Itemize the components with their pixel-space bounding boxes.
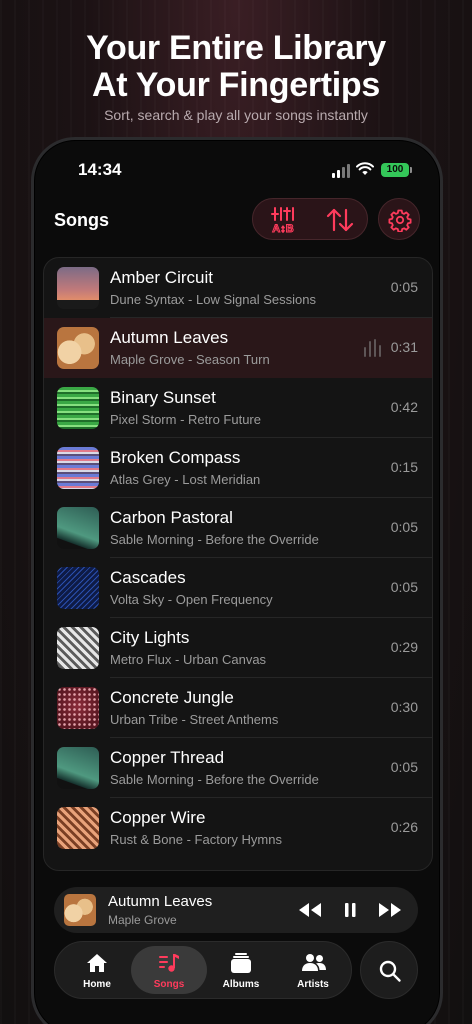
album-art bbox=[57, 387, 99, 429]
song-duration: 0:15 bbox=[390, 459, 418, 475]
status-time: 14:34 bbox=[78, 160, 122, 179]
tab-home[interactable]: Home bbox=[59, 946, 135, 994]
album-art bbox=[57, 807, 99, 849]
song-subtitle: Metro Flux - Urban Canvas bbox=[110, 652, 267, 667]
promo-headline-line2: At Your Fingertips bbox=[91, 66, 381, 104]
tab-songs[interactable]: Songs bbox=[131, 946, 207, 994]
album-art bbox=[57, 627, 99, 669]
song-duration: 0:05 bbox=[390, 579, 418, 595]
now-playing-art bbox=[64, 894, 96, 926]
song-duration: 0:29 bbox=[390, 639, 418, 655]
song-row[interactable]: Copper Thread Sable Morning - Before the… bbox=[44, 738, 432, 798]
song-row-playing[interactable]: Autumn Leaves Maple Grove - Season Turn … bbox=[44, 318, 432, 378]
phone-frame: 14:34 100 Songs A↕B Amber Circuit Dune S… bbox=[31, 137, 443, 1024]
song-duration: 0:31 bbox=[390, 339, 418, 355]
music-list-icon bbox=[159, 954, 179, 972]
song-list[interactable]: Amber Circuit Dune Syntax - Low Signal S… bbox=[43, 257, 433, 871]
song-duration: 0:26 bbox=[390, 819, 418, 835]
song-row[interactable]: Cascades Volta Sky - Open Frequency 0:05 bbox=[44, 558, 432, 618]
search-icon bbox=[379, 960, 401, 982]
song-title: Copper Wire bbox=[110, 808, 206, 827]
wifi-icon bbox=[356, 162, 374, 175]
album-art bbox=[57, 267, 99, 309]
promo-headline: Your Entire Library At Your Fingertips bbox=[0, 30, 472, 104]
album-art bbox=[57, 567, 99, 609]
album-art bbox=[57, 327, 99, 369]
song-title: Binary Sunset bbox=[110, 388, 216, 407]
sort-alpha-icon: A↕B bbox=[271, 207, 294, 236]
page-title: Songs bbox=[54, 210, 110, 230]
albums-icon bbox=[231, 953, 251, 973]
tab-label: Albums bbox=[222, 979, 260, 990]
song-title: Concrete Jungle bbox=[110, 688, 234, 707]
song-row[interactable]: Amber Circuit Dune Syntax - Low Signal S… bbox=[44, 258, 432, 318]
song-row[interactable]: City Lights Metro Flux - Urban Canvas 0:… bbox=[44, 618, 432, 678]
now-playing-title: Autumn Leaves bbox=[108, 893, 213, 910]
now-playing-artist: Maple Grove bbox=[108, 913, 177, 927]
tab-label: Home bbox=[83, 979, 111, 990]
search-button[interactable] bbox=[360, 941, 418, 999]
song-title: Amber Circuit bbox=[110, 268, 213, 287]
album-art bbox=[57, 687, 99, 729]
song-row[interactable]: Copper Wire Rust & Bone - Factory Hymns … bbox=[44, 798, 432, 858]
song-duration: 0:42 bbox=[390, 399, 418, 415]
song-row[interactable]: Binary Sunset Pixel Storm - Retro Future… bbox=[44, 378, 432, 438]
sort-alpha-button[interactable]: A↕B bbox=[255, 199, 313, 241]
song-subtitle: Sable Morning - Before the Override bbox=[110, 532, 319, 547]
song-title: Cascades bbox=[110, 568, 186, 587]
fast-forward-icon[interactable] bbox=[376, 899, 404, 921]
battery-indicator: 100 bbox=[381, 163, 412, 177]
status-bar: 14:34 100 bbox=[34, 160, 440, 182]
tab-label: Songs bbox=[153, 979, 185, 990]
promo-subline: Sort, search & play all your songs insta… bbox=[104, 107, 368, 123]
settings-button[interactable] bbox=[378, 198, 420, 240]
album-art bbox=[57, 747, 99, 789]
now-playing-equalizer-icon bbox=[364, 339, 382, 357]
song-subtitle: Urban Tribe - Street Anthems bbox=[110, 712, 279, 727]
sort-controls: A↕B bbox=[252, 198, 368, 240]
cellular-signal-icon bbox=[332, 164, 350, 178]
album-art bbox=[57, 447, 99, 489]
tab-label: Artists bbox=[297, 979, 329, 990]
song-subtitle: Dune Syntax - Low Signal Sessions bbox=[110, 292, 316, 307]
artists-icon bbox=[302, 954, 326, 971]
song-duration: 0:05 bbox=[390, 519, 418, 535]
song-title: Autumn Leaves bbox=[110, 328, 229, 347]
song-row[interactable]: Broken Compass Atlas Grey - Lost Meridia… bbox=[44, 438, 432, 498]
song-subtitle: Pixel Storm - Retro Future bbox=[110, 412, 261, 427]
rewind-icon[interactable] bbox=[296, 899, 324, 921]
song-duration: 0:05 bbox=[390, 759, 418, 775]
song-row[interactable]: Carbon Pastoral Sable Morning - Before t… bbox=[44, 498, 432, 558]
svg-text:A↕B: A↕B bbox=[272, 223, 293, 235]
song-subtitle: Sable Morning - Before the Override bbox=[110, 772, 319, 787]
song-duration: 0:30 bbox=[390, 699, 418, 715]
tab-artists[interactable]: Artists bbox=[275, 946, 351, 994]
tab-albums[interactable]: Albums bbox=[203, 946, 279, 994]
pause-icon[interactable] bbox=[342, 899, 358, 921]
song-duration: 0:05 bbox=[390, 279, 418, 295]
sort-order-button[interactable] bbox=[311, 199, 369, 241]
song-title: Broken Compass bbox=[110, 448, 241, 467]
song-subtitle: Volta Sky - Open Frequency bbox=[110, 592, 273, 607]
song-subtitle: Atlas Grey - Lost Meridian bbox=[110, 472, 261, 487]
home-icon bbox=[87, 954, 107, 972]
tab-bar: Home Songs Albums Artists bbox=[54, 941, 352, 999]
song-title: Carbon Pastoral bbox=[110, 508, 233, 527]
gear-icon bbox=[388, 209, 412, 232]
song-subtitle: Maple Grove - Season Turn bbox=[110, 352, 270, 367]
song-title: Copper Thread bbox=[110, 748, 225, 767]
song-subtitle: Rust & Bone - Factory Hymns bbox=[110, 832, 282, 847]
song-row[interactable]: Concrete Jungle Urban Tribe - Street Ant… bbox=[44, 678, 432, 738]
sort-arrows-icon bbox=[326, 208, 354, 232]
song-title: City Lights bbox=[110, 628, 190, 647]
mini-player[interactable]: Autumn Leaves Maple Grove bbox=[54, 887, 418, 933]
album-art bbox=[57, 507, 99, 549]
promo-headline-line1: Your Entire Library bbox=[86, 29, 386, 67]
